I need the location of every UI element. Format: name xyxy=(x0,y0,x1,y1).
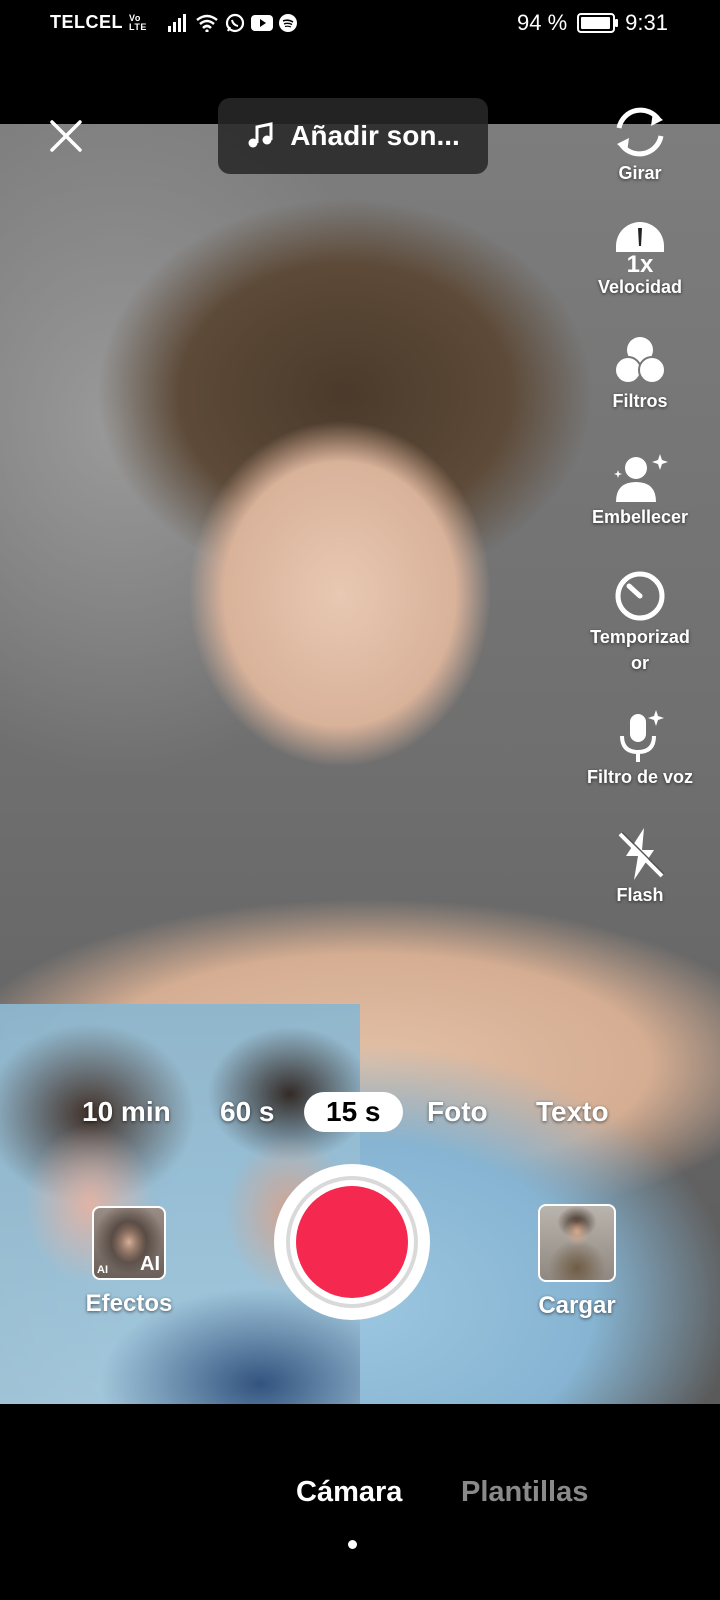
upload-label: Cargar xyxy=(538,1292,616,1319)
upload-button[interactable]: Cargar xyxy=(532,1204,622,1320)
notification-icons xyxy=(167,13,297,33)
duration-mode-selector: 10 min 60 s 15 s Foto Texto xyxy=(60,1092,660,1140)
signal-icon xyxy=(167,13,186,32)
record-core xyxy=(296,1186,408,1298)
rotate-camera-icon xyxy=(616,107,664,157)
youtube-icon xyxy=(250,14,273,31)
voice-filter-label: Filtro de voz xyxy=(586,767,693,787)
tab-templates[interactable]: Plantillas xyxy=(461,1476,588,1509)
voice-filter-button[interactable]: Filtro de voz xyxy=(570,708,710,790)
rotate-button[interactable]: Girar xyxy=(570,104,710,186)
filters-label: Filtros xyxy=(612,391,668,411)
status-left: TELCEL Vo LTE xyxy=(50,12,297,33)
battery-icon xyxy=(577,13,619,33)
timer-icon xyxy=(615,571,665,621)
whatsapp-icon xyxy=(225,13,244,32)
add-sound-label: Añadir son... xyxy=(290,120,460,151)
rotate-label: Girar xyxy=(618,163,662,183)
effects-thumbnail: AI AI xyxy=(92,1206,166,1280)
mode-text[interactable]: Texto xyxy=(536,1096,609,1128)
bottom-tab-bar: Cámara Plantillas xyxy=(0,1470,720,1530)
flash-button[interactable]: Flash xyxy=(570,826,710,908)
mode-60-s[interactable]: 60 s xyxy=(220,1096,275,1128)
mode-15-s[interactable]: 15 s xyxy=(304,1092,403,1132)
mode-10-min[interactable]: 10 min xyxy=(82,1096,171,1128)
speed-icon: 1x xyxy=(616,222,664,274)
add-sound-button[interactable]: Añadir son... xyxy=(218,98,488,174)
speed-label: Velocidad xyxy=(597,277,683,297)
speed-button[interactable]: 1x Velocidad xyxy=(570,218,710,300)
ai-badge: AI xyxy=(140,1253,160,1275)
flash-off-icon xyxy=(618,828,665,880)
flash-label: Flash xyxy=(616,885,664,905)
clock: 9:31 xyxy=(625,10,668,35)
beautify-button[interactable]: Embellecer xyxy=(570,450,710,530)
mode-photo[interactable]: Foto xyxy=(427,1096,488,1128)
filters-button[interactable]: Filtros xyxy=(570,334,710,414)
battery-percent: 94 % xyxy=(517,10,568,35)
close-button[interactable] xyxy=(46,116,86,156)
effects-label: Efectos xyxy=(85,1290,173,1317)
upload-thumbnail xyxy=(538,1204,616,1282)
voice-filter-icon xyxy=(620,710,664,762)
effects-button[interactable]: AI AI Efectos xyxy=(84,1206,174,1318)
beautify-label: Embellecer xyxy=(591,507,689,527)
status-right: 94 % 9:31 xyxy=(517,10,668,36)
tab-camera[interactable]: Cámara xyxy=(296,1476,402,1509)
music-note-icon xyxy=(248,122,273,148)
spotify-icon xyxy=(278,13,297,32)
volte-indicator: Vo LTE xyxy=(129,12,147,32)
svg-text:1x: 1x xyxy=(627,251,654,274)
carrier-label: TELCEL xyxy=(50,12,123,32)
filters-icon xyxy=(614,337,666,384)
ai-small-badge: AI xyxy=(97,1264,108,1276)
record-button[interactable] xyxy=(274,1164,430,1320)
active-tab-indicator xyxy=(348,1540,357,1549)
wifi-icon xyxy=(196,14,218,32)
close-icon xyxy=(50,120,82,152)
timer-button[interactable]: Temporizad or xyxy=(570,568,710,676)
beautify-icon xyxy=(614,454,668,502)
status-bar: TELCEL Vo LTE 94 % 9:31 xyxy=(0,0,720,44)
timer-label: Temporizad or xyxy=(590,627,690,673)
